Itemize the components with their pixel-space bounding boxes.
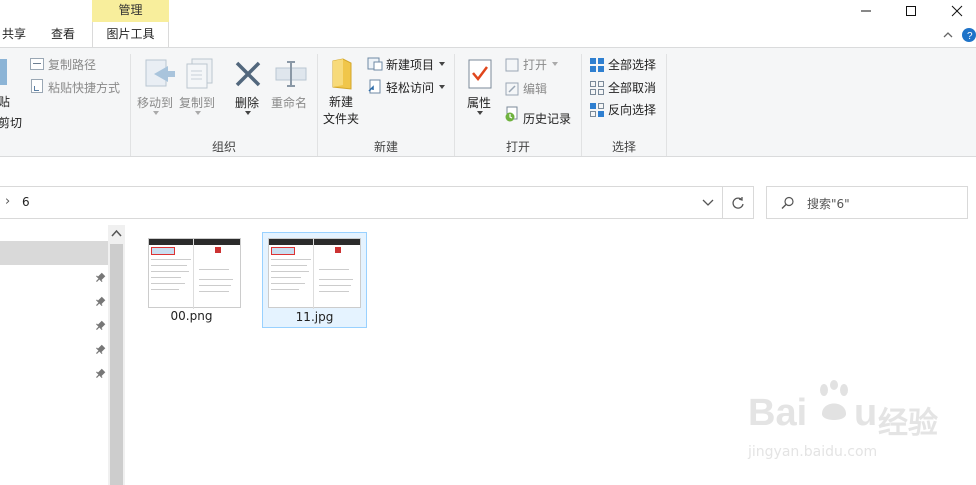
history-icon xyxy=(505,106,518,122)
minimize-button[interactable] xyxy=(843,0,889,22)
dropdown-arrow-icon xyxy=(195,111,201,115)
dropdown-arrow-icon xyxy=(245,111,251,115)
rename-icon xyxy=(275,61,307,87)
paste-button[interactable]: 贴 xyxy=(0,93,10,110)
paw-icon xyxy=(820,380,848,420)
maximize-icon xyxy=(906,6,916,16)
easy-access-button[interactable]: 轻松访问 xyxy=(386,79,434,96)
invert-selection-button[interactable]: 反向选择 xyxy=(608,101,656,118)
chevron-down-icon[interactable] xyxy=(702,198,714,208)
title-bar: 共享 查看 管理 图片工具 ? xyxy=(0,0,976,47)
copy-to-icon xyxy=(186,58,213,89)
scroll-up-icon[interactable] xyxy=(111,229,122,239)
pin-icon[interactable] xyxy=(94,344,106,356)
file-name: 00.png xyxy=(170,309,213,323)
select-all-icon xyxy=(590,58,604,72)
paste-icon xyxy=(0,59,7,85)
open-icon xyxy=(505,58,519,72)
history-button[interactable]: 历史记录 xyxy=(523,110,571,127)
watermark-text-bai: Bai xyxy=(748,392,808,434)
pin-icon[interactable] xyxy=(94,272,106,284)
pin-icon[interactable] xyxy=(94,320,106,332)
edit-icon xyxy=(505,82,519,96)
easy-access-icon xyxy=(368,79,381,94)
tab-view[interactable]: 查看 xyxy=(45,22,81,47)
copy-to-button[interactable]: 复制到 xyxy=(179,94,215,111)
paste-shortcut-icon xyxy=(31,79,43,93)
dropdown-arrow-icon xyxy=(552,62,558,66)
pin-icon[interactable] xyxy=(94,296,106,308)
new-item-icon xyxy=(367,57,383,71)
collapse-ribbon-icon[interactable] xyxy=(941,28,955,42)
group-label-new: 新建 xyxy=(373,140,398,154)
watermark-text-u: u xyxy=(854,392,878,434)
invert-selection-icon xyxy=(590,103,604,117)
properties-icon xyxy=(468,59,492,89)
svg-text:?: ? xyxy=(967,31,973,42)
help-button[interactable]: ? xyxy=(962,28,976,42)
move-to-button[interactable]: 移动到 xyxy=(137,94,173,111)
search-placeholder[interactable]: 搜索"6" xyxy=(807,195,850,212)
search-icon xyxy=(781,196,794,209)
properties-button[interactable]: 属性 xyxy=(467,94,491,111)
watermark-url: jingyan.baidu.com xyxy=(748,444,878,460)
maximize-button[interactable] xyxy=(888,0,934,22)
divider xyxy=(666,54,667,156)
select-all-button[interactable]: 全部选择 xyxy=(608,56,656,73)
minimize-icon xyxy=(861,10,871,12)
refresh-icon xyxy=(732,197,744,209)
help-icon: ? xyxy=(967,31,973,42)
ribbon: 贴 剪切 复制路径 粘贴快捷方式 移动到 复制到 删除 重命名 组织 新建 文件… xyxy=(0,47,976,157)
dropdown-arrow-icon xyxy=(153,111,159,115)
address-bar[interactable]: › 6 xyxy=(0,186,723,219)
copy-path-icon xyxy=(30,58,44,70)
file-item[interactable]: 00.png xyxy=(131,232,241,328)
open-button[interactable]: 打开 xyxy=(523,56,547,73)
file-item-selected[interactable]: 11.jpg xyxy=(262,232,367,328)
cut-button[interactable]: 剪切 xyxy=(0,114,22,131)
image-thumbnail xyxy=(268,238,361,309)
breadcrumb-separator-icon[interactable]: › xyxy=(5,194,10,209)
baidu-jingyan-watermark: Bai u 经验 jingyan.baidu.com xyxy=(742,372,962,467)
pin-icon[interactable] xyxy=(94,368,106,380)
new-item-button[interactable]: 新建项目 xyxy=(386,56,434,73)
select-none-icon xyxy=(590,81,604,95)
group-label-organize: 组织 xyxy=(211,140,236,154)
new-folder-icon xyxy=(332,58,352,90)
refresh-button[interactable] xyxy=(723,186,754,219)
context-tab-header-manage: 管理 xyxy=(92,0,169,22)
delete-icon xyxy=(235,61,261,87)
close-button[interactable] xyxy=(934,0,976,22)
group-label-select: 选择 xyxy=(611,140,636,154)
watermark-text-jingyan: 经验 xyxy=(878,406,938,441)
close-icon xyxy=(951,5,963,17)
new-folder-button-line1[interactable]: 新建 xyxy=(329,93,353,110)
nav-item-selected[interactable] xyxy=(0,241,108,265)
group-label-open: 打开 xyxy=(505,140,530,154)
breadcrumb-current-folder[interactable]: 6 xyxy=(22,195,30,209)
paste-shortcut-button[interactable]: 粘贴快捷方式 xyxy=(48,79,120,96)
scrollbar-thumb[interactable] xyxy=(110,244,123,485)
dropdown-arrow-icon xyxy=(439,85,445,89)
new-folder-button-line2[interactable]: 文件夹 xyxy=(323,110,359,127)
move-to-icon xyxy=(145,59,175,87)
image-thumbnail xyxy=(148,238,241,309)
delete-button[interactable]: 删除 xyxy=(235,94,259,111)
dropdown-arrow-icon xyxy=(477,111,483,115)
edit-button[interactable]: 编辑 xyxy=(523,80,547,97)
search-box[interactable]: 搜索"6" xyxy=(766,186,968,219)
tab-picture-tools[interactable]: 图片工具 xyxy=(92,22,169,47)
dropdown-arrow-icon xyxy=(439,62,445,66)
select-none-button[interactable]: 全部取消 xyxy=(608,79,656,96)
copy-path-button[interactable]: 复制路径 xyxy=(48,56,96,73)
tab-share[interactable]: 共享 xyxy=(0,22,32,47)
rename-button[interactable]: 重命名 xyxy=(271,94,307,111)
group-label-clipboard xyxy=(0,138,27,154)
file-name: 11.jpg xyxy=(295,310,334,324)
